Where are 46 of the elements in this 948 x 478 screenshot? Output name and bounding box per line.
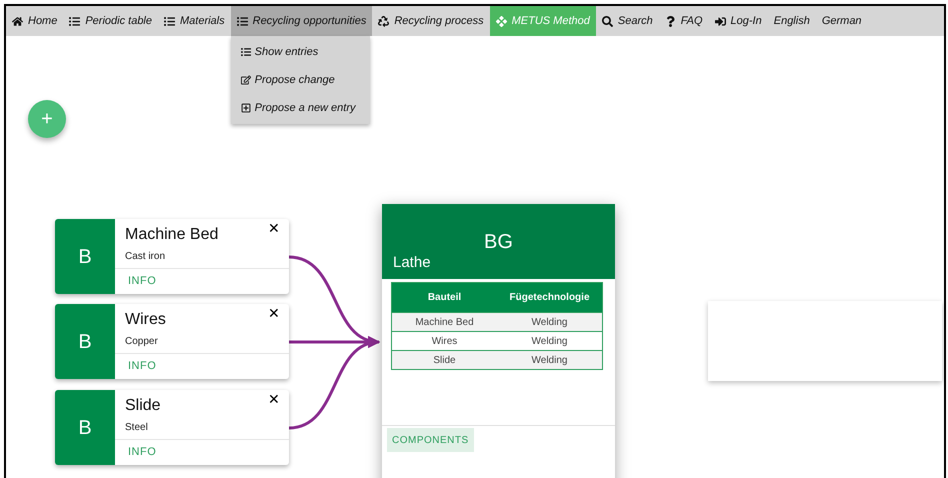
column-header: Fügetechnologie	[510, 291, 590, 305]
assembly-name: Lathe	[393, 253, 432, 273]
close-button[interactable]: ✕	[268, 306, 280, 320]
nav-link[interactable]: English	[768, 6, 816, 36]
menu-item[interactable]: Propose a new entry	[230, 94, 370, 122]
menu-item[interactable]: Show entries	[230, 38, 370, 66]
nav-link[interactable]: Home	[6, 6, 64, 36]
sign-in-icon	[714, 16, 726, 26]
home-icon	[12, 16, 23, 26]
list-icon	[164, 16, 175, 26]
list-icon	[69, 16, 80, 26]
table-cell-text: Slide	[433, 354, 456, 368]
nav-link[interactable]: Log-In	[708, 6, 768, 36]
component-name: Slide	[125, 396, 161, 416]
table-cell-text: Welding	[532, 334, 568, 348]
list-icon	[240, 47, 251, 57]
nav-link[interactable]: Periodic table	[63, 6, 158, 36]
nav-link[interactable]: FAQ	[658, 6, 709, 36]
nav-link[interactable]: Recycling opportunities	[230, 6, 372, 36]
component-name: Wires	[125, 310, 166, 330]
material-label: Cast iron	[125, 250, 166, 264]
material-label: Steel	[125, 421, 149, 435]
card-badge: B	[55, 219, 115, 294]
table-cell-text: Wires	[432, 334, 458, 348]
nav-link[interactable]: Recycling process	[372, 6, 490, 36]
table-cell-text: Welding	[532, 354, 568, 368]
nav-link[interactable]: Materials	[158, 6, 231, 36]
question-icon	[664, 16, 676, 26]
card-badge: B	[55, 390, 115, 465]
list-icon	[236, 16, 248, 26]
nav-link[interactable]: German	[816, 6, 868, 36]
diamond-icon	[496, 16, 507, 26]
close-button[interactable]: ✕	[268, 392, 280, 406]
assembly-code: BG	[484, 231, 513, 253]
column-header: Bauteil	[428, 291, 462, 305]
material-label: Copper	[125, 335, 159, 349]
component-name: Machine Bed	[125, 225, 218, 245]
table-cell-text: Welding	[532, 316, 568, 330]
search-icon	[602, 16, 613, 26]
edit-icon	[240, 75, 251, 85]
close-button[interactable]: ✕	[268, 221, 280, 235]
nav-link[interactable]: Search	[596, 6, 659, 36]
table-cell-text: Machine Bed	[415, 316, 474, 330]
recycle-icon	[378, 16, 390, 26]
menu-item[interactable]: Propose change	[230, 66, 370, 94]
card-badge: B	[55, 304, 115, 379]
